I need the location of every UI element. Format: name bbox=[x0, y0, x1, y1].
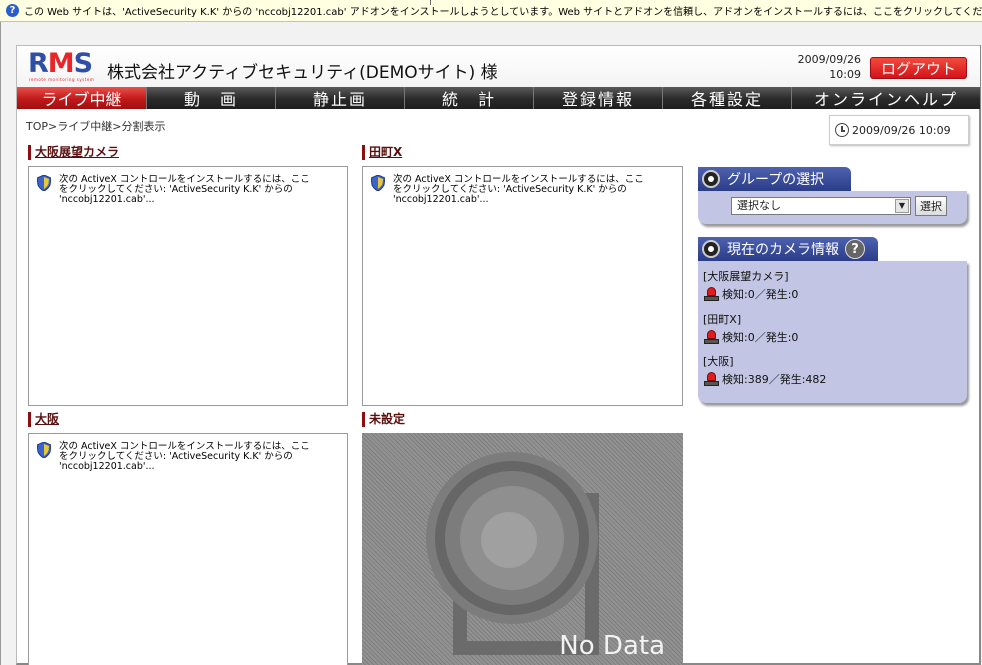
camera-info-stats-row: 検知:389／発生:482 bbox=[703, 371, 826, 387]
chevron-down-icon[interactable]: ▼ bbox=[895, 199, 909, 213]
camera-info-header: 現在のカメラ情報 ? bbox=[698, 237, 878, 261]
camera-1-title[interactable]: 大阪展望カメラ bbox=[28, 145, 119, 160]
alarm-lamp-icon bbox=[703, 286, 719, 302]
alarm-lamp-icon bbox=[703, 371, 719, 387]
group-panel-title: グループの選択 bbox=[727, 172, 825, 188]
nav-item-help[interactable]: オンラインヘルプ bbox=[792, 87, 980, 109]
shield-icon bbox=[37, 442, 51, 458]
group-select[interactable]: 選択なし ▼ bbox=[731, 197, 911, 215]
page-content: RMS remote monitoring system 株式会社アクティブセキ… bbox=[16, 45, 981, 665]
camera-1-view[interactable]: 次の ActiveX コントロールをインストールするには、ここをクリックしてくだ… bbox=[28, 166, 348, 406]
activex-message: 次の ActiveX コントロールをインストールするには、ここをクリックしてくだ… bbox=[59, 441, 310, 472]
camera-info-stats: 検知:0／発生:0 bbox=[722, 331, 799, 344]
activex-message: 次の ActiveX コントロールをインストールするには、ここをクリックしてくだ… bbox=[393, 174, 644, 205]
clock-icon bbox=[835, 123, 849, 137]
camera-lens-icon bbox=[702, 170, 720, 188]
header-time: 10:09 bbox=[829, 68, 861, 81]
camera-2-title[interactable]: 田町X bbox=[362, 145, 402, 160]
clock-text: 2009/09/26 10:09 bbox=[852, 123, 951, 137]
company-name: 株式会社アクティブセキュリティ(DEMOサイト) 様 bbox=[107, 63, 498, 83]
camera-info-stats: 検知:0／発生:0 bbox=[722, 288, 799, 301]
rms-logo[interactable]: RMS remote monitoring system bbox=[28, 50, 100, 84]
infobar-text: この Web サイトは、'ActiveSecurity K.K' からの 'nc… bbox=[24, 7, 982, 18]
nodata-label: No Data bbox=[559, 631, 665, 661]
nav-item-still[interactable]: 静止画 bbox=[276, 87, 405, 109]
camera-info-stats-row: 検知:0／発生:0 bbox=[703, 329, 798, 345]
shield-icon bbox=[371, 175, 385, 191]
camera-info-stats-row: 検知:0／発生:0 bbox=[703, 286, 798, 302]
group-panel-body: 選択なし ▼ 選択 bbox=[698, 191, 967, 224]
main-nav: ライブ中継 動 画 静止画 統 計 登録情報 各種設定 オンラインヘルプ bbox=[17, 87, 980, 109]
nav-item-stats[interactable]: 統 計 bbox=[405, 87, 534, 109]
help-icon[interactable]: ? bbox=[845, 239, 865, 259]
camera-info-title: 現在のカメラ情報 bbox=[727, 242, 839, 258]
ie-information-bar[interactable]: ? この Web サイトは、'ActiveSecurity K.K' からの '… bbox=[0, 0, 982, 22]
alarm-lamp-icon bbox=[703, 329, 719, 345]
camera-info-name: [大阪展望カメラ] bbox=[703, 270, 789, 283]
camera-info-name: [田町X] bbox=[703, 313, 742, 326]
camera-4-nodata: No Data bbox=[362, 433, 683, 665]
clock-box: 2009/09/26 10:09 bbox=[829, 115, 969, 145]
camera-info-body: [大阪展望カメラ] 検知:0／発生:0 [田町X] 検知:0／発生:0 [大阪]… bbox=[698, 261, 967, 403]
header: RMS remote monitoring system 株式会社アクティブセキ… bbox=[17, 46, 980, 87]
group-select-button[interactable]: 選択 bbox=[915, 196, 947, 216]
camera-3-view[interactable]: 次の ActiveX コントロールをインストールするには、ここをクリックしてくだ… bbox=[28, 433, 348, 665]
logout-button[interactable]: ログアウト bbox=[870, 57, 967, 79]
logo-subtitle: remote monitoring system bbox=[29, 77, 95, 82]
group-select-value: 選択なし bbox=[737, 199, 781, 212]
activex-message: 次の ActiveX コントロールをインストールするには、ここをクリックしてくだ… bbox=[59, 174, 310, 205]
activex-install-prompt[interactable]: 次の ActiveX コントロールをインストールするには、ここをクリックしてくだ… bbox=[37, 175, 319, 205]
camera-4-title: 未設定 bbox=[362, 412, 405, 427]
header-datetime: 2009/09/26 10:09 bbox=[777, 52, 861, 82]
activex-install-prompt[interactable]: 次の ActiveX コントロールをインストールするには、ここをクリックしてくだ… bbox=[37, 442, 319, 472]
group-panel-header: グループの選択 bbox=[698, 167, 851, 191]
header-date: 2009/09/26 bbox=[797, 53, 861, 66]
nav-item-registration[interactable]: 登録情報 bbox=[534, 87, 663, 109]
camera-info-stats: 検知:389／発生:482 bbox=[722, 373, 827, 386]
page-frame: RMS remote monitoring system 株式会社アクティブセキ… bbox=[0, 22, 982, 665]
nav-item-video[interactable]: 動 画 bbox=[147, 87, 276, 109]
info-question-icon: ? bbox=[6, 4, 19, 17]
activex-install-prompt[interactable]: 次の ActiveX コントロールをインストールするには、ここをクリックしてくだ… bbox=[371, 175, 653, 205]
nav-item-settings[interactable]: 各種設定 bbox=[663, 87, 792, 109]
camera-2-view[interactable]: 次の ActiveX コントロールをインストールするには、ここをクリックしてくだ… bbox=[362, 166, 683, 406]
nav-item-live[interactable]: ライブ中継 bbox=[17, 87, 147, 109]
camera-info-name: [大阪] bbox=[703, 355, 734, 368]
camera-3-title[interactable]: 大阪 bbox=[28, 412, 59, 427]
divider bbox=[430, 0, 431, 5]
breadcrumb: TOP>ライブ中継>分割表示 bbox=[26, 120, 166, 133]
shield-icon bbox=[37, 175, 51, 191]
camera-lens-icon bbox=[702, 240, 720, 258]
